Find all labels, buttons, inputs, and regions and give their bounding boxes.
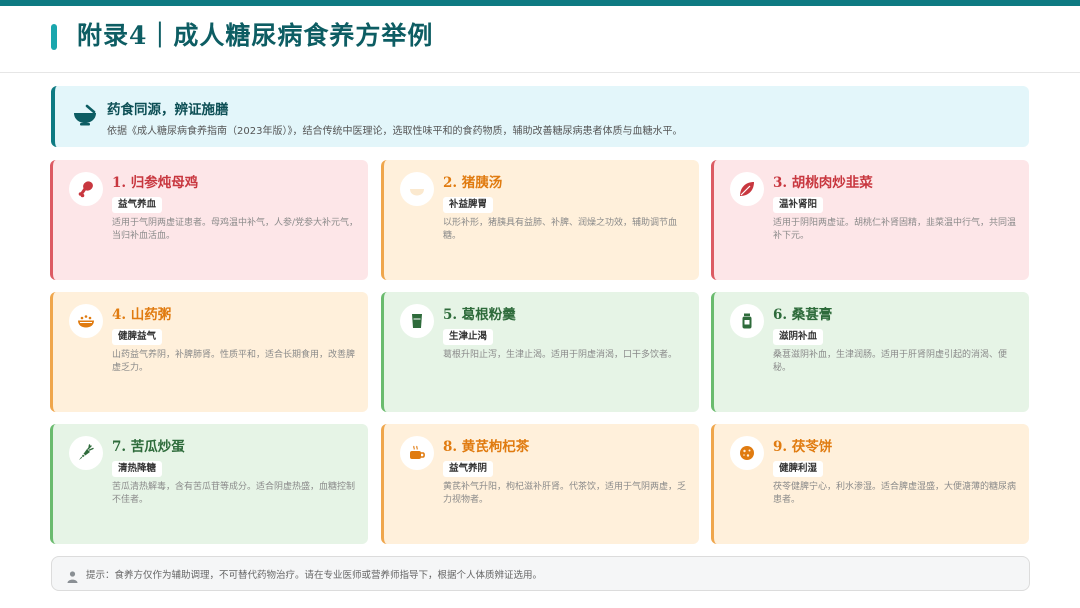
jar-icon [730, 304, 764, 338]
effect-tag: 补益脾胃 [443, 197, 494, 213]
soup-bowl-icon [400, 172, 434, 206]
title-accent-mark [51, 24, 57, 50]
carrot-icon [69, 436, 103, 470]
recipe-description: 适用于阴阳两虚证。胡桃仁补肾固精，韭菜温中行气，共同温补下元。 [773, 218, 1017, 241]
recipe-description: 黄芪补气升阳，枸杞滋补肝肾。代茶饮，适用于气阴两虚，乏力视物者。 [443, 482, 687, 505]
page-title: 附录4｜成人糖尿病食养方举例 [77, 21, 434, 50]
doctor-icon [67, 568, 78, 583]
effect-tag: 益气养血 [112, 197, 163, 213]
effect-tag: 清热降糖 [112, 461, 163, 477]
recipe-title: 8. 黄芪枸杞茶 [443, 439, 530, 455]
recipe-card-6: 6. 桑葚膏 滋阴补血 桑葚滋阴补血，生津润肠。适用于肝肾阴虚引起的消渴、便秘。 [711, 292, 1029, 412]
recipe-title: 7. 苦瓜炒蛋 [112, 439, 185, 455]
effect-tag: 温补肾阳 [773, 197, 824, 213]
recipe-card-7: 7. 苦瓜炒蛋 清热降糖 苦瓜清热解毒，含有苦瓜苷等成分。适合阴虚热盛，血糖控制… [50, 424, 368, 544]
cookie-icon [730, 436, 764, 470]
mug-icon [400, 436, 434, 470]
header-divider [0, 72, 1080, 73]
recipe-description: 山药益气养阴，补脾肺肾。性质平和，适合长期食用，改善脾虚乏力。 [112, 350, 356, 373]
recipe-card-5: 5. 葛根粉羹 生津止渴 葛根升阳止泻，生津止渴。适用于阴虚消渴，口干多饮者。 [381, 292, 699, 412]
effect-tag: 健脾利湿 [773, 461, 824, 477]
tip-note: 提示：食养方仅作为辅助调理，不可替代药物治疗。请在专业医师或营养师指导下，根据个… [51, 556, 1030, 591]
recipe-title: 4. 山药粥 [112, 307, 172, 323]
recipe-description: 苦瓜清热解毒，含有苦瓜苷等成分。适合阴虚热盛，血糖控制不佳者。 [112, 482, 356, 505]
recipe-description: 茯苓健脾宁心，利水渗湿。适合脾虚湿盛，大便溏薄的糖尿病患者。 [773, 482, 1017, 505]
recipe-description: 适用于气阴两虚证患者。母鸡温中补气，人参/党参大补元气，当归补血活血。 [112, 218, 359, 241]
recipe-card-9: 9. 茯苓饼 健脾利湿 茯苓健脾宁心，利水渗湿。适合脾虚湿盛，大便溏薄的糖尿病患… [711, 424, 1029, 544]
effect-tag: 健脾益气 [112, 329, 163, 345]
recipe-title: 5. 葛根粉羹 [443, 307, 516, 323]
effect-tag: 滋阴补血 [773, 329, 824, 345]
mortar-pestle-icon [73, 104, 97, 126]
intro-callout: 药食同源，辨证施膳 依据《成人糖尿病食养指南（2023年版）》，结合传统中医理论… [51, 86, 1029, 147]
chicken-leg-icon [69, 172, 103, 206]
recipe-card-8: 8. 黄芪枸杞茶 益气养阴 黄芪补气升阳，枸杞滋补肝肾。代茶饮，适用于气阴两虚，… [381, 424, 699, 544]
intro-text: 依据《成人糖尿病食养指南（2023年版）》，结合传统中医理论，选取性味平和的食药… [107, 126, 683, 137]
recipe-card-1: 1. 归参炖母鸡 益气养血 适用于气阴两虚证患者。母鸡温中补气，人参/党参大补元… [50, 160, 368, 280]
recipe-title: 6. 桑葚膏 [773, 307, 833, 323]
glass-icon [400, 304, 434, 338]
recipe-title: 2. 猪胰汤 [443, 175, 503, 191]
recipe-card-4: 4. 山药粥 健脾益气 山药益气养阴，补脾肺肾。性质平和，适合长期食用，改善脾虚… [50, 292, 368, 412]
recipe-card-3: 3. 胡桃肉炒韭菜 温补肾阳 适用于阴阳两虚证。胡桃仁补肾固精，韭菜温中行气，共… [711, 160, 1029, 280]
leaf-icon [730, 172, 764, 206]
recipe-title: 1. 归参炖母鸡 [112, 175, 199, 191]
recipe-title: 3. 胡桃肉炒韭菜 [773, 175, 873, 191]
top-accent-bar [0, 0, 1080, 6]
recipe-description: 葛根升阳止泻，生津止渴。适用于阴虚消渴，口干多饮者。 [443, 350, 678, 360]
recipe-description: 以形补形，猪胰具有益肺、补脾、润燥之功效，辅助调节血糖。 [443, 218, 678, 241]
tip-text: 提示：食养方仅作为辅助调理，不可替代药物治疗。请在专业医师或营养师指导下，根据个… [86, 570, 543, 581]
porridge-bowl-icon [69, 304, 103, 338]
recipe-title: 9. 茯苓饼 [773, 439, 833, 455]
effect-tag: 益气养阴 [443, 461, 494, 477]
recipe-description: 桑葚滋阴补血，生津润肠。适用于肝肾阴虚引起的消渴、便秘。 [773, 350, 1008, 373]
effect-tag: 生津止渴 [443, 329, 494, 345]
recipe-card-2: 2. 猪胰汤 补益脾胃 以形补形，猪胰具有益肺、补脾、润燥之功效，辅助调节血糖。 [381, 160, 699, 280]
intro-title: 药食同源，辨证施膳 [107, 102, 229, 118]
